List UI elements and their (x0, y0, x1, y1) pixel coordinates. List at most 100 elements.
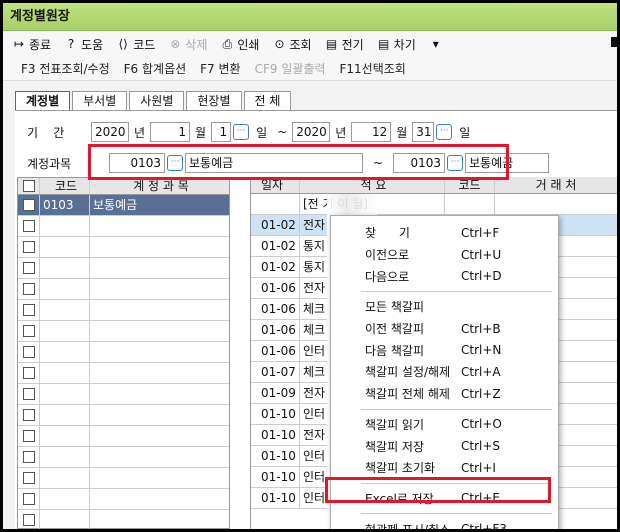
menu-item[interactable]: 책갈피 초기화 Ctrl+I (331, 457, 558, 479)
carry-forward-row[interactable]: [전 기 이 월] (251, 194, 617, 215)
row-checkbox[interactable] (18, 489, 40, 509)
ledger-window: 계정별원장 ↦ 종료 ? 도움 ⟨⟩ 코드 ⊗ 삭제 ⎙ 인쇄 ⊙ 조회 ▤ 전기 ▤ 차기 ▾ F3 전표조회… (3, 3, 617, 529)
menu-item[interactable]: 책갈피 저장 Ctrl+S (331, 435, 558, 457)
date-picker-icon[interactable]: ··· (233, 124, 250, 140)
account-code (40, 279, 90, 299)
entry-date: 01-06 (251, 299, 300, 319)
month-unit: 월 (195, 125, 207, 140)
row-checkbox[interactable] (18, 300, 40, 320)
menu-item-shortcut: Ctrl+S (461, 439, 501, 454)
row-checkbox[interactable] (18, 258, 40, 278)
header-code[interactable]: 코드 (40, 178, 90, 194)
menu-item-label: 형광펜 표시/취소 (365, 521, 461, 529)
fkey-0[interactable]: F3 전표조회/수정 (21, 60, 110, 77)
toolbar-button-0[interactable]: ↦ 종료 (11, 36, 51, 53)
table-row[interactable] (18, 300, 229, 321)
toolbar-button-7[interactable]: ▤ 차기 (376, 36, 416, 53)
toolbar-more-button[interactable]: ▾ (428, 36, 446, 52)
row-checkbox[interactable] (18, 384, 40, 404)
menu-item[interactable]: 다음으로 Ctrl+D (331, 265, 558, 287)
account-code (40, 363, 90, 383)
fkey-3[interactable]: CF9 일괄출력 (255, 60, 326, 77)
row-checkbox[interactable] (18, 321, 40, 341)
row-checkbox[interactable] (18, 342, 40, 362)
toolbar-button-6[interactable]: ▤ 전기 (324, 36, 364, 53)
tab-2[interactable]: 사원별 (129, 91, 185, 111)
menu-item[interactable]: 책갈피 읽기 Ctrl+O (331, 414, 558, 436)
fkey-1[interactable]: F6 합계옵션 (124, 60, 187, 77)
table-row[interactable] (18, 468, 229, 489)
menu-item-label: 책갈피 저장 (365, 439, 425, 454)
table-row[interactable] (18, 363, 229, 384)
table-row[interactable] (18, 279, 229, 300)
row-checkbox[interactable] (18, 447, 40, 467)
table-row[interactable] (18, 510, 229, 529)
to-day-input[interactable]: 31 (412, 122, 435, 142)
tab-3[interactable]: 현장별 (186, 91, 242, 111)
row-checkbox[interactable] (18, 363, 40, 383)
toolbar-button-label: 삭제 (185, 37, 208, 52)
menu-item[interactable]: 형광펜 표시/취소Ctrl+F3 (331, 518, 558, 529)
row-checkbox[interactable] (18, 405, 40, 425)
account-highlight-box (88, 144, 509, 180)
menu-item[interactable]: 이전 책갈피 Ctrl+B (331, 318, 558, 340)
menu-item[interactable]: 모든 책갈피 (331, 296, 558, 318)
menu-item[interactable]: 책갈피 전체 해제 Ctrl+Z (331, 383, 558, 405)
select-all-checkbox[interactable] (18, 178, 40, 194)
row-checkbox[interactable] (18, 237, 40, 257)
calendar-prev-icon: ▤ (325, 37, 338, 51)
table-row[interactable] (18, 447, 229, 468)
tab-1[interactable]: 부서별 (72, 91, 128, 111)
toolbar-button-3[interactable]: ⊗ 삭제 (167, 36, 207, 53)
header-vendor[interactable]: 거 래 처 (495, 177, 617, 193)
toolbar-button-2[interactable]: ⟨⟩ 코드 (115, 36, 156, 53)
window-title: 계정별원장 (3, 3, 617, 31)
account-code (40, 384, 90, 404)
table-row[interactable] (18, 489, 229, 510)
toolbar-button-5[interactable]: ⊙ 조회 (271, 36, 311, 53)
table-row[interactable] (18, 237, 229, 258)
entry-date: 01-06 (251, 278, 300, 298)
row-checkbox[interactable] (18, 468, 40, 488)
row-checkbox[interactable] (18, 510, 40, 529)
row-checkbox[interactable] (18, 195, 40, 215)
row-checkbox[interactable] (18, 279, 40, 299)
menu-item-shortcut: Ctrl+F (461, 225, 500, 240)
toolbar-button-label: 조회 (289, 37, 312, 52)
menu-item[interactable]: 다음 책갈피 Ctrl+N (331, 339, 558, 361)
search-icon: ⊙ (274, 37, 285, 51)
table-row[interactable] (18, 321, 229, 342)
table-row[interactable] (18, 216, 229, 237)
tab-4[interactable]: 전 체 (243, 91, 292, 111)
fkey-4[interactable]: F11선택조회 (340, 60, 406, 77)
to-year-input[interactable]: 2020 (292, 122, 331, 142)
tab-bar: 계정별 부서별 사원별 현장별 전 체 (15, 91, 293, 111)
table-row[interactable] (18, 384, 229, 405)
to-month-input[interactable]: 12 (351, 122, 392, 142)
toolbar-button-1[interactable]: ? 도움 (63, 36, 103, 53)
table-row[interactable] (18, 342, 229, 363)
menu-item-shortcut: Ctrl+F3 (461, 522, 507, 529)
row-checkbox[interactable] (18, 426, 40, 446)
menu-item[interactable]: 책갈피 설정/해제 Ctrl+A (331, 361, 558, 383)
print-icon: ⎙ (222, 37, 233, 51)
table-row[interactable]: 0103 보통예금 (18, 195, 229, 216)
row-checkbox[interactable] (18, 216, 40, 236)
toolbar-button-4[interactable]: ⎙ 인쇄 (219, 36, 260, 53)
fkey-2[interactable]: F7 변환 (200, 60, 240, 77)
menu-item[interactable]: 이전으로 Ctrl+U (331, 244, 558, 266)
account-code (40, 216, 90, 236)
table-row[interactable] (18, 426, 229, 447)
entry-date: 01-06 (251, 341, 300, 361)
from-month-input[interactable]: 1 (150, 122, 191, 142)
table-row[interactable] (18, 258, 229, 279)
table-row[interactable] (18, 405, 229, 426)
from-day-input[interactable]: 1 (211, 122, 232, 142)
header-account-name[interactable]: 계 정 과 목 (90, 178, 229, 194)
date-picker-icon-2[interactable]: ··· (436, 124, 453, 140)
menu-item[interactable]: 찾 기 Ctrl+F (331, 222, 558, 244)
menu-item-shortcut: Ctrl+U (461, 247, 502, 262)
tab-0[interactable]: 계정별 (15, 91, 71, 111)
from-year-input[interactable]: 2020 (91, 122, 129, 142)
year-unit-2: 년 (335, 125, 347, 140)
